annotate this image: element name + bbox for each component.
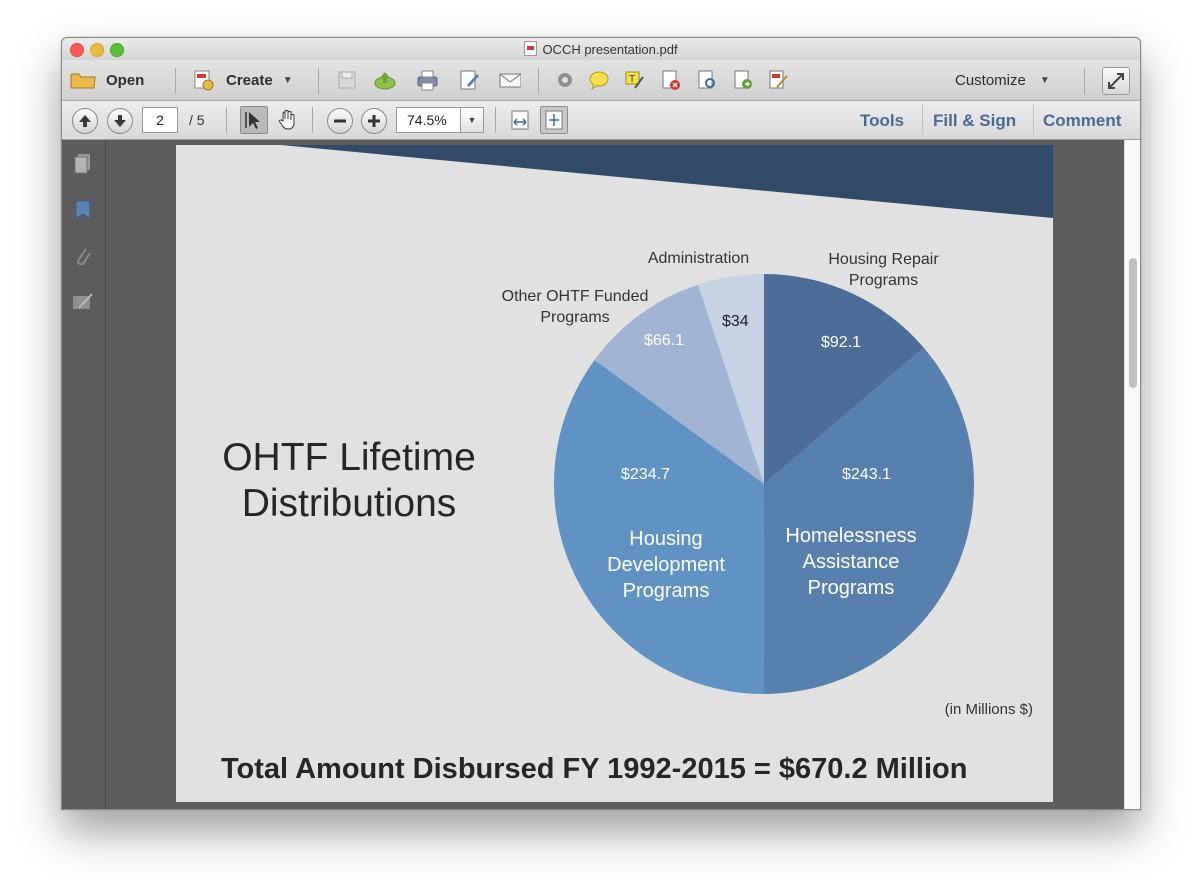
fit-page-icon bbox=[545, 110, 563, 130]
label-other-programs-line1: Other OHTF Funded bbox=[501, 288, 649, 305]
separator bbox=[318, 68, 319, 94]
fit-width-icon[interactable] bbox=[508, 108, 532, 132]
units-note: (in Millions $) bbox=[944, 701, 1033, 718]
print-icon[interactable] bbox=[416, 69, 438, 91]
page-number-input[interactable]: 2 bbox=[142, 107, 178, 133]
open-label: Open bbox=[106, 71, 145, 89]
tools-tab[interactable]: Tools bbox=[860, 111, 904, 131]
value-other-programs: $66.1 bbox=[644, 332, 685, 349]
signatures-icon[interactable] bbox=[71, 290, 95, 314]
select-tool-button[interactable] bbox=[240, 106, 268, 134]
zoom-out-button[interactable] bbox=[327, 108, 353, 134]
name-homelessness-line2: Assistance bbox=[802, 551, 900, 573]
full-screen-button[interactable] bbox=[1102, 67, 1130, 95]
separator bbox=[1033, 105, 1034, 135]
chevron-down-icon: ▼ bbox=[282, 74, 293, 86]
value-housing-repair: $92.1 bbox=[821, 334, 862, 351]
create-button[interactable]: Create ▼ bbox=[192, 68, 293, 92]
value-homelessness: $243.1 bbox=[842, 466, 891, 483]
customize-button[interactable]: Customize ▼ bbox=[955, 68, 1050, 92]
label-administration: Administration bbox=[647, 250, 750, 267]
fit-page-button[interactable] bbox=[540, 106, 568, 134]
zoom-in-button[interactable] bbox=[361, 108, 387, 134]
fill-sign-tab[interactable]: Fill & Sign bbox=[933, 111, 1016, 131]
scrollbar-thumb[interactable] bbox=[1129, 258, 1137, 388]
highlight-icon[interactable]: T bbox=[623, 69, 645, 91]
separator bbox=[175, 68, 176, 94]
create-label: Create bbox=[226, 71, 273, 89]
open-button[interactable]: Open bbox=[70, 68, 144, 92]
chevron-down-icon: ▼ bbox=[1039, 74, 1050, 86]
separator bbox=[922, 105, 923, 135]
value-housing-development: $234.7 bbox=[621, 466, 670, 483]
arrow-up-icon bbox=[79, 115, 91, 127]
name-homelessness-line1: Homelessness bbox=[785, 525, 917, 547]
value-administration: $34 bbox=[722, 313, 749, 330]
pdf-file-icon bbox=[524, 41, 538, 56]
name-housing-development-line2: Development bbox=[607, 554, 725, 576]
save-icon[interactable] bbox=[336, 69, 358, 91]
create-pdf-icon bbox=[194, 70, 214, 91]
separator bbox=[312, 107, 313, 133]
label-housing-repair-line2: Programs bbox=[848, 272, 919, 289]
email-icon[interactable] bbox=[499, 69, 521, 91]
comment-icon[interactable] bbox=[588, 69, 610, 91]
name-housing-development-line3: Programs bbox=[622, 580, 710, 602]
total-pages: / 5 bbox=[189, 112, 205, 128]
customize-label: Customize bbox=[955, 71, 1026, 89]
label-housing-repair: Housing Repair Programs bbox=[806, 249, 961, 291]
navigation-pane bbox=[62, 140, 106, 809]
sign-icon[interactable] bbox=[767, 69, 789, 91]
bookmarks-icon[interactable] bbox=[72, 198, 94, 222]
page-thumbnails-icon[interactable] bbox=[72, 152, 94, 176]
upload-icon[interactable] bbox=[374, 69, 396, 91]
acrobat-window: OCCH presentation.pdf Open Create ▼ T Cu… bbox=[61, 37, 1141, 810]
window-title-text: OCCH presentation.pdf bbox=[542, 42, 678, 57]
separator bbox=[538, 68, 539, 94]
name-housing-development-line1: Housing bbox=[629, 528, 703, 550]
label-other-programs-line2: Programs bbox=[540, 309, 610, 326]
search-doc-icon[interactable] bbox=[696, 69, 718, 91]
separator bbox=[495, 107, 496, 133]
minus-icon bbox=[334, 119, 346, 123]
delete-page-icon[interactable] bbox=[660, 69, 682, 91]
hand-tool-icon[interactable] bbox=[276, 108, 300, 132]
svg-text:T: T bbox=[629, 74, 635, 85]
comment-tab[interactable]: Comment bbox=[1043, 111, 1121, 131]
title-bar: OCCH presentation.pdf bbox=[62, 38, 1140, 60]
name-homelessness: Homelessness Assistance Programs bbox=[771, 523, 931, 601]
zoom-value: 74.5% bbox=[407, 112, 447, 128]
cursor-icon bbox=[245, 112, 260, 129]
navigation-toolbar: 2 / 5 74.5% ▼ Tools Fill & Sign Comment bbox=[62, 101, 1140, 140]
edit-icon[interactable] bbox=[458, 69, 480, 91]
gear-icon[interactable] bbox=[554, 69, 576, 91]
separator bbox=[1084, 68, 1085, 94]
attachments-icon[interactable] bbox=[72, 244, 94, 268]
previous-page-button[interactable] bbox=[72, 108, 98, 134]
next-page-button[interactable] bbox=[107, 108, 133, 134]
chevron-down-icon: ▼ bbox=[460, 108, 483, 132]
expand-icon bbox=[1108, 73, 1124, 89]
label-housing-repair-line1: Housing Repair bbox=[828, 251, 939, 268]
document-viewport: OHTF Lifetime Distributions Housing Repa… bbox=[106, 140, 1124, 809]
arrow-down-icon bbox=[114, 115, 126, 127]
vertical-scrollbar[interactable] bbox=[1124, 140, 1140, 809]
separator bbox=[226, 107, 227, 133]
window-title: OCCH presentation.pdf bbox=[62, 41, 1140, 57]
plus-icon bbox=[368, 115, 380, 127]
name-housing-development: Housing Development Programs bbox=[591, 526, 741, 604]
main-toolbar: Open Create ▼ T Customize ▼ bbox=[62, 60, 1140, 101]
pie-chart bbox=[554, 274, 974, 695]
folder-icon bbox=[70, 73, 96, 89]
export-icon[interactable] bbox=[732, 69, 754, 91]
zoom-select[interactable]: 74.5% ▼ bbox=[396, 107, 484, 133]
pdf-page: OHTF Lifetime Distributions Housing Repa… bbox=[176, 145, 1053, 802]
label-other-programs: Other OHTF Funded Programs bbox=[486, 286, 664, 328]
name-homelessness-line3: Programs bbox=[807, 577, 895, 599]
total-disbursed: Total Amount Disbursed FY 1992-2015 = $6… bbox=[221, 753, 968, 785]
